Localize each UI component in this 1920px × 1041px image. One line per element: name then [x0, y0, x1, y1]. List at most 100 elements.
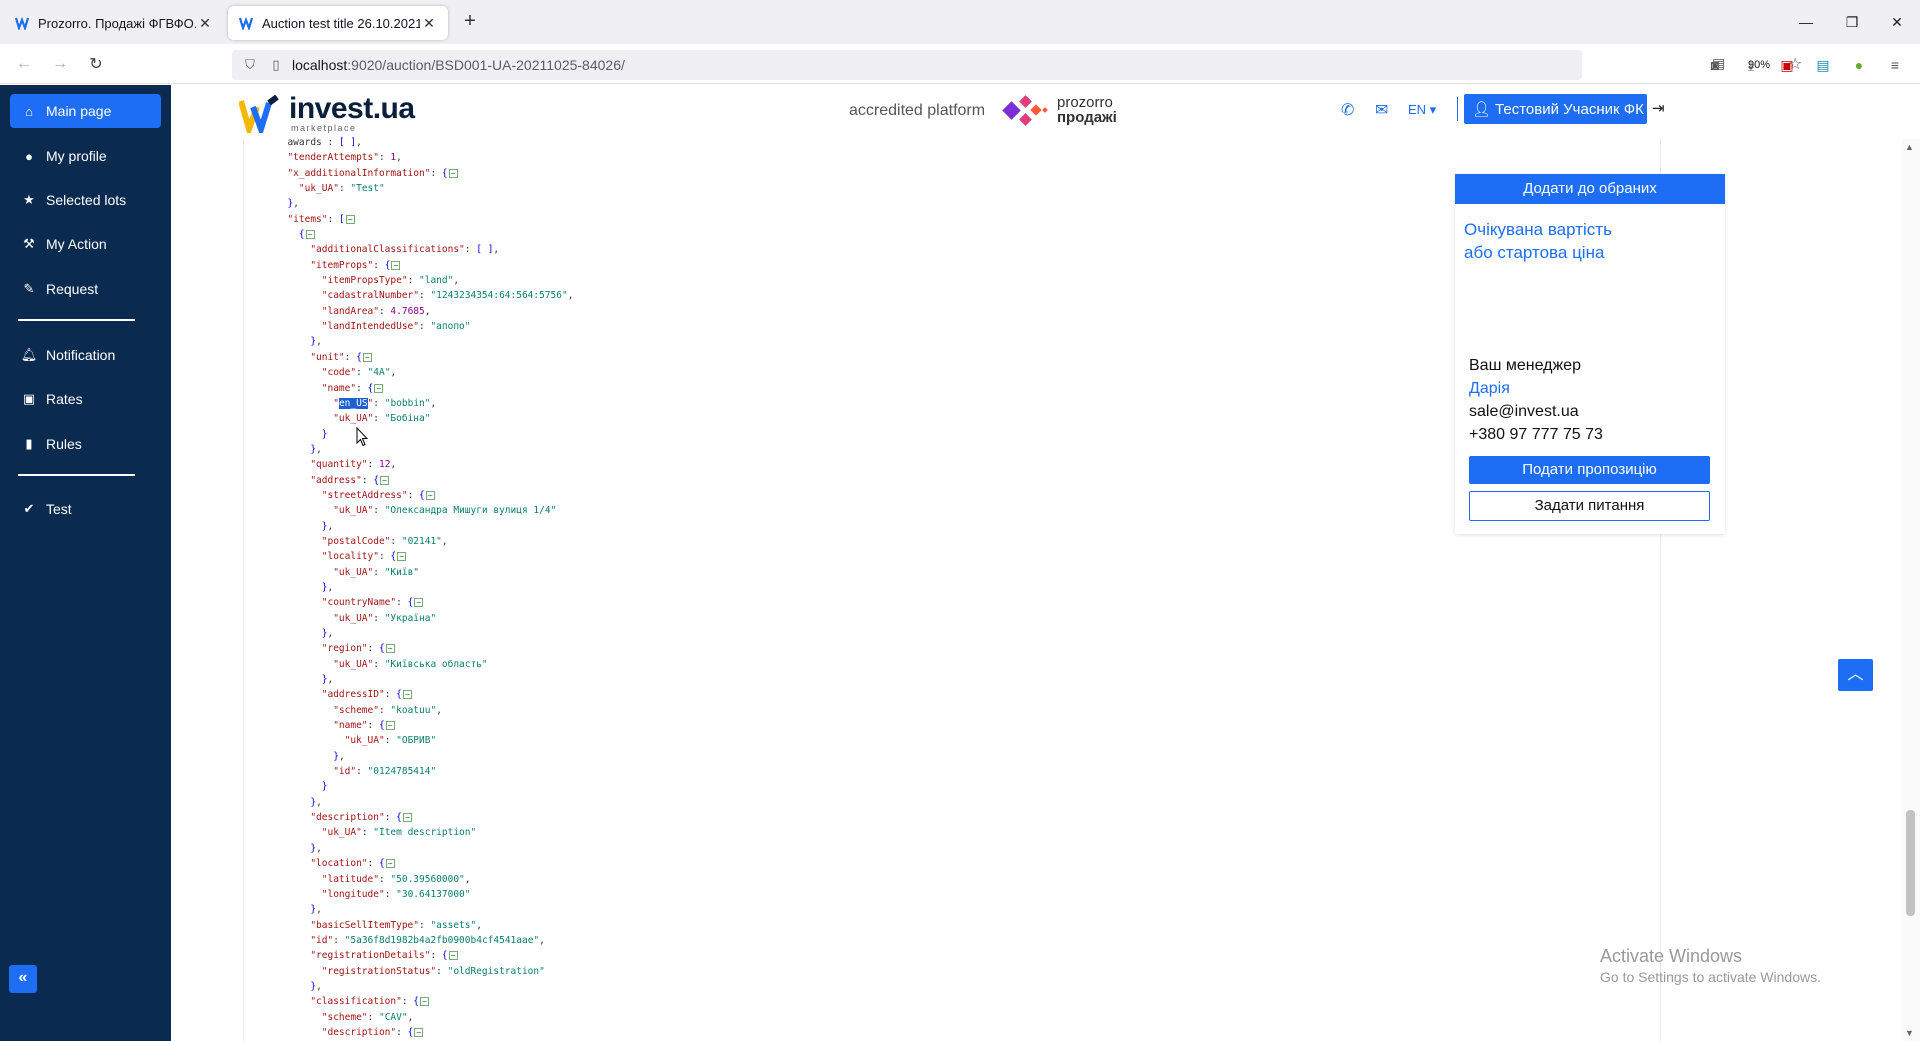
json-line: "unit": {−: [276, 350, 573, 365]
sidebar-item-label: Rates: [46, 391, 83, 407]
collapse-toggle-icon[interactable]: −: [402, 813, 412, 823]
ask-question-button[interactable]: Задати питання: [1469, 491, 1710, 521]
reload-icon[interactable]: ↻: [84, 52, 108, 76]
menu-icon[interactable]: ≡: [1886, 56, 1904, 74]
sidebar-item-label: Selected lots: [46, 192, 127, 208]
json-line: "uk_UA": "Київська область": [333, 658, 488, 670]
json-line: "location": {−: [276, 856, 573, 871]
sidebar-divider: [18, 319, 135, 321]
invest-ua-logo[interactable]: invest.ua marketplace: [239, 93, 415, 133]
scroll-to-top-button[interactable]: ︿: [1838, 659, 1873, 691]
user-account-button[interactable]: 👤︎ Тестовий Учасник ФК: [1464, 94, 1647, 124]
collapse-toggle-icon[interactable]: −: [420, 997, 430, 1007]
json-line: "uk_UA": "Item description": [321, 827, 477, 839]
language-selector[interactable]: EN ▾: [1408, 102, 1436, 118]
json-line: "items": [−: [276, 212, 573, 227]
collapse-toggle-icon[interactable]: −: [385, 644, 395, 654]
new-tab-button[interactable]: +: [458, 10, 482, 34]
collapse-toggle-icon[interactable]: −: [374, 383, 384, 393]
watermark-line-1: Activate Windows: [1600, 946, 1743, 966]
manager-phone: +380 97 777 75 73: [1469, 426, 1603, 443]
json-line: "streetAddress": {−: [276, 488, 573, 503]
collapse-toggle-icon[interactable]: −: [414, 1027, 424, 1037]
manager-name[interactable]: Дарія: [1469, 377, 1603, 400]
sidebar-item-request[interactable]: ✎ Request: [10, 272, 161, 306]
watermark-line-2: Go to Settings to activate Windows.: [1600, 969, 1821, 985]
header-divider: [1457, 97, 1458, 121]
scroll-down-arrow-icon[interactable]: ▼: [1905, 1028, 1914, 1038]
url-bar[interactable]: ⛉ ▯ localhost:9020/auction/BSD001-UA-202…: [232, 50, 1802, 80]
sidebar-item-label: My profile: [46, 148, 107, 164]
extension-green-icon[interactable]: ●: [1850, 56, 1868, 74]
collapse-toggle-icon[interactable]: −: [414, 598, 424, 608]
sidebar-item-test[interactable]: ✔ Test: [10, 492, 161, 526]
sidebar-item-main-page[interactable]: ⌂ Main page: [10, 94, 161, 128]
back-icon[interactable]: ←: [12, 52, 36, 76]
sidebar-item-selected-lots[interactable]: ★ Selected lots: [10, 183, 161, 217]
collapse-toggle-icon[interactable]: −: [305, 230, 315, 240]
json-line: "uk_UA": "Україна": [333, 612, 437, 624]
json-line: },: [310, 796, 322, 808]
json-line: "itemPropsType": "land",: [321, 275, 460, 287]
browser-tab[interactable]: Prozorro. Продажі ФГВФО. Пр ✕: [4, 6, 224, 40]
close-icon[interactable]: ✕: [420, 15, 438, 32]
collapse-toggle-icon[interactable]: −: [391, 260, 401, 270]
json-line: "id": "5a36f8d1982b4a2fb0900b4cf4541aae"…: [310, 934, 545, 946]
json-viewer[interactable]: awards : [ ], "tenderAttempts": 1, "x_ad…: [276, 135, 573, 1040]
extension-save-icon[interactable]: ▤: [1814, 56, 1832, 74]
minimize-icon[interactable]: —: [1783, 0, 1829, 44]
close-icon[interactable]: ✕: [196, 15, 214, 32]
collapse-toggle-icon[interactable]: −: [397, 552, 407, 562]
url-host: localhost: [292, 57, 348, 73]
collapse-toggle-icon[interactable]: −: [448, 168, 458, 178]
scrollbar-thumb[interactable]: [1906, 810, 1915, 916]
sidebar-item-label: Main page: [46, 103, 112, 119]
gavel-icon: ⚒: [23, 236, 35, 251]
check-circle-icon: ✔: [23, 501, 35, 516]
collapse-toggle-icon[interactable]: −: [385, 859, 395, 869]
forward-icon[interactable]: →: [48, 52, 72, 76]
collapse-toggle-icon[interactable]: −: [402, 690, 412, 700]
mail-icon[interactable]: ✉: [1375, 100, 1388, 120]
scroll-up-arrow-icon[interactable]: ▲: [1905, 142, 1914, 152]
extension-icon[interactable]: ▣: [1778, 56, 1796, 74]
browser-tab-active[interactable]: Auction test title 26.10.2021 00: ✕: [228, 6, 448, 40]
url-path: :9020/auction/BSD001-UA-20211025-84026/: [347, 57, 625, 73]
json-line: "registrationDetails": {−: [276, 948, 573, 963]
json-line: },: [321, 628, 334, 639]
phone-icon[interactable]: ✆: [1341, 100, 1354, 120]
sidebar-item-label: My Action: [46, 236, 107, 252]
sidebar-item-rates[interactable]: ▣ Rates: [10, 382, 161, 416]
add-to-favorites-button[interactable]: Додати до обраних: [1455, 174, 1725, 204]
collapse-toggle-icon[interactable]: −: [362, 352, 372, 362]
collapse-toggle-icon[interactable]: −: [380, 475, 389, 485]
download-icon[interactable]: ⤓: [1742, 56, 1760, 74]
sidebar-item-label: Request: [46, 281, 99, 297]
sidebar-item-rules[interactable]: ▮ Rules: [10, 427, 161, 461]
prozorro-logo[interactable]: prozorro продажі: [1001, 93, 1117, 127]
json-line: "uk_UA": "ОБРИВ": [344, 735, 437, 747]
collapse-toggle-icon[interactable]: −: [425, 490, 435, 500]
json-line: awards : [ ],: [276, 137, 362, 148]
sidebar-item-notification[interactable]: 🔔︎ Notification: [10, 338, 161, 372]
sidebar: ⌂ Main page ● My profile ★ Selected lots…: [0, 85, 171, 1041]
sidebar-item-label: Rules: [46, 436, 82, 452]
restore-icon[interactable]: ❐: [1829, 0, 1875, 44]
json-line: }: [321, 781, 328, 793]
collapse-toggle-icon[interactable]: −: [448, 951, 458, 961]
money-icon: ▣: [22, 391, 36, 406]
sidebar-item-my-action[interactable]: ⚒ My Action: [10, 227, 161, 261]
user-name: Тестовий Учасник ФК: [1495, 100, 1644, 118]
collapse-toggle-icon[interactable]: −: [345, 214, 355, 224]
collapse-sidebar-button[interactable]: «: [9, 965, 37, 993]
json-line: "locality": {−: [276, 549, 573, 564]
json-line: },: [321, 520, 334, 532]
window-close-icon[interactable]: ✕: [1874, 0, 1920, 44]
logout-icon[interactable]: ⇥: [1652, 99, 1665, 117]
json-line: "uk_UA": "Київ": [333, 566, 420, 578]
prozorro-text: prozorro: [1057, 94, 1113, 111]
submit-bid-button[interactable]: Подати пропозицію: [1469, 456, 1710, 484]
pocket-icon[interactable]: ◙: [1706, 56, 1724, 74]
collapse-toggle-icon[interactable]: −: [385, 721, 395, 731]
sidebar-item-my-profile[interactable]: ● My profile: [10, 139, 161, 173]
